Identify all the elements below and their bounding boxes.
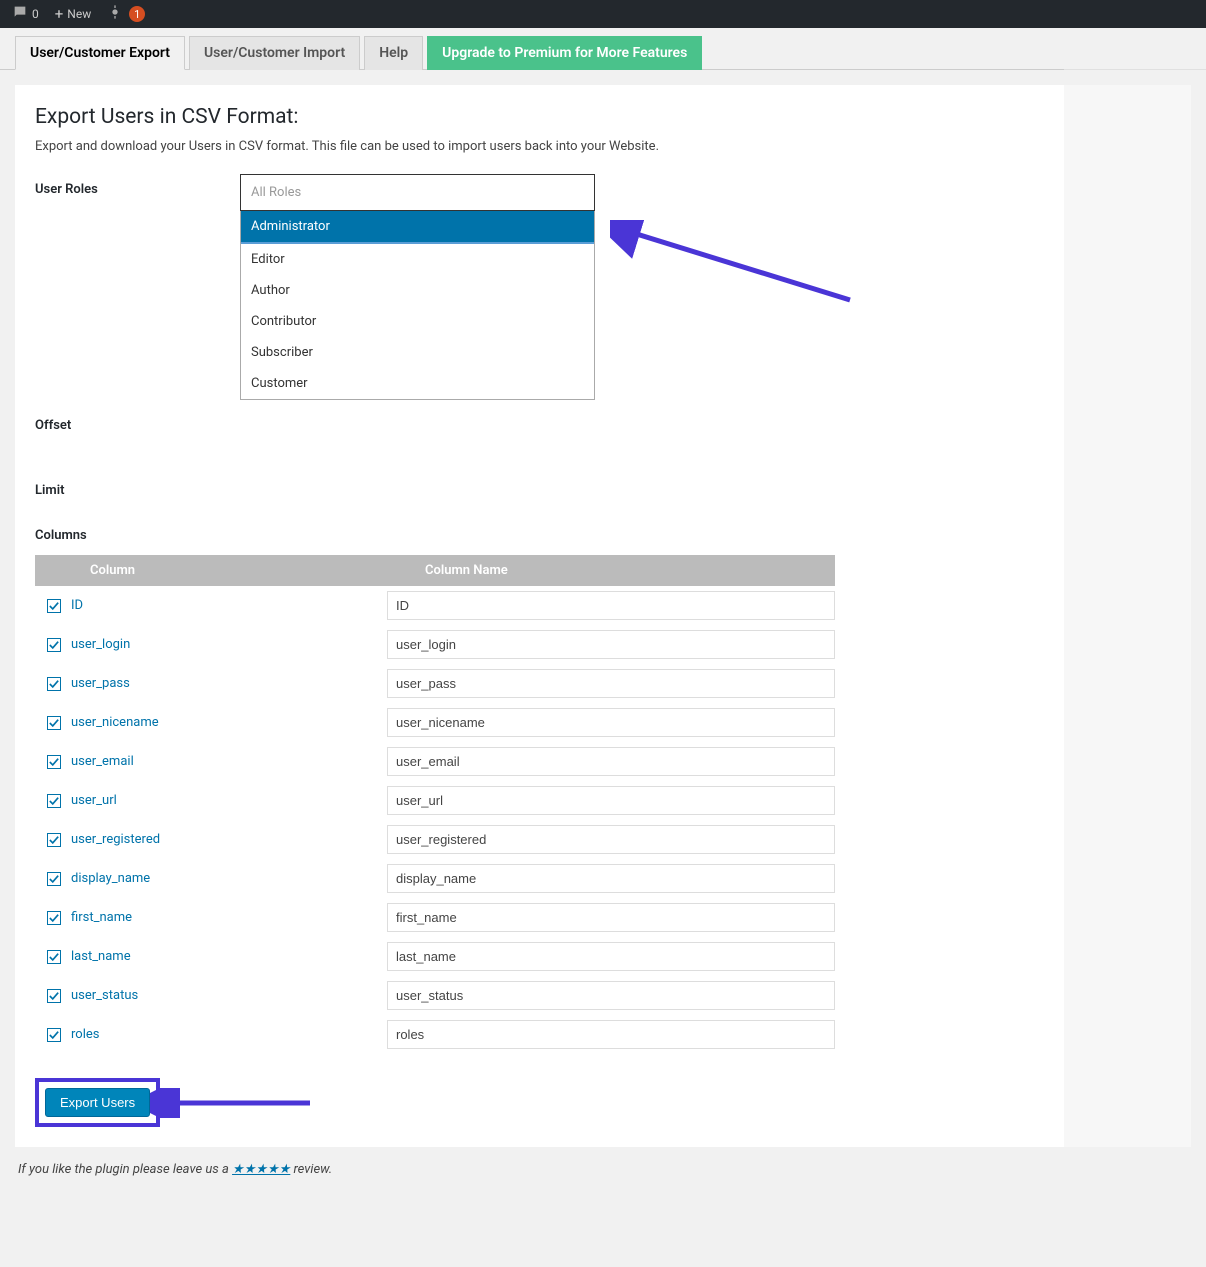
nav-tabs: User/Customer Export User/Customer Impor… <box>0 28 1206 70</box>
column-label[interactable]: user_login <box>71 637 130 652</box>
offset-label: Offset <box>35 418 240 433</box>
notif-badge: 1 <box>129 6 145 22</box>
seo-menu[interactable]: 1 <box>103 0 149 28</box>
column-checkbox[interactable] <box>47 911 61 925</box>
column-label[interactable]: roles <box>71 1027 99 1042</box>
column-label[interactable]: user_registered <box>71 832 160 847</box>
header-column: Column <box>35 563 385 578</box>
comment-count: 0 <box>32 7 39 21</box>
table-row: last_name <box>35 937 835 976</box>
table-row: first_name <box>35 898 835 937</box>
roles-select[interactable]: All Roles AdministratorEditorAuthorContr… <box>240 174 595 400</box>
column-name-input[interactable] <box>387 1020 835 1049</box>
column-label[interactable]: first_name <box>71 910 132 925</box>
column-label[interactable]: user_status <box>71 988 138 1003</box>
column-label[interactable]: user_email <box>71 754 134 769</box>
column-name-input[interactable] <box>387 864 835 893</box>
table-row: user_email <box>35 742 835 781</box>
column-checkbox[interactable] <box>47 950 61 964</box>
comments-menu[interactable]: 0 <box>8 0 43 28</box>
table-row: user_url <box>35 781 835 820</box>
role-option-author[interactable]: Author <box>241 275 594 306</box>
footer-note: If you like the plugin please leave us a… <box>18 1162 1188 1177</box>
export-users-button[interactable]: Export Users <box>45 1088 150 1117</box>
role-option-administrator[interactable]: Administrator <box>241 211 594 244</box>
row-offset: Offset <box>35 418 1171 433</box>
table-row: user_login <box>35 625 835 664</box>
column-name-input[interactable] <box>387 669 835 698</box>
page-title: Export Users in CSV Format: <box>35 105 1171 129</box>
wp-admin-bar: 0 + New 1 <box>0 0 1206 28</box>
column-checkbox[interactable] <box>47 794 61 808</box>
role-option-editor[interactable]: Editor <box>241 244 594 275</box>
column-checkbox[interactable] <box>47 716 61 730</box>
role-option-subscriber[interactable]: Subscriber <box>241 337 594 368</box>
tab-import[interactable]: User/Customer Import <box>189 36 360 70</box>
footer-post: review. <box>290 1162 332 1177</box>
table-row: user_pass <box>35 664 835 703</box>
column-label[interactable]: ID <box>71 598 83 613</box>
column-label[interactable]: display_name <box>71 871 150 886</box>
table-row: user_status <box>35 976 835 1015</box>
columns-table: Column Column Name ID user_login user_pass… <box>35 555 835 1054</box>
limit-label: Limit <box>35 483 240 498</box>
column-name-input[interactable] <box>387 825 835 854</box>
tab-export[interactable]: User/Customer Export <box>15 36 185 70</box>
export-panel: Export Users in CSV Format: Export and d… <box>15 85 1191 1147</box>
role-option-customer[interactable]: Customer <box>241 368 594 399</box>
table-row: roles <box>35 1015 835 1054</box>
table-row: user_nicename <box>35 703 835 742</box>
column-name-input[interactable] <box>387 747 835 776</box>
column-name-input[interactable] <box>387 903 835 932</box>
column-name-input[interactable] <box>387 981 835 1010</box>
column-name-input[interactable] <box>387 786 835 815</box>
column-checkbox[interactable] <box>47 638 61 652</box>
column-checkbox[interactable] <box>47 989 61 1003</box>
column-label[interactable]: user_url <box>71 793 117 808</box>
roles-input[interactable]: All Roles <box>240 174 595 211</box>
footer-pre: If you like the plugin please leave us a <box>18 1162 232 1177</box>
plus-icon: + <box>55 5 64 23</box>
column-checkbox[interactable] <box>47 872 61 886</box>
column-name-input[interactable] <box>387 708 835 737</box>
column-checkbox[interactable] <box>47 755 61 769</box>
table-row: user_registered <box>35 820 835 859</box>
row-limit: Limit <box>35 483 1171 498</box>
column-name-input[interactable] <box>387 591 835 620</box>
table-row: ID <box>35 586 835 625</box>
ghost-overlay <box>1064 28 1206 1267</box>
header-column-name: Column Name <box>385 563 508 578</box>
annotation-arrow-export <box>150 1088 320 1118</box>
new-content-menu[interactable]: + New <box>51 0 95 28</box>
tab-premium[interactable]: Upgrade to Premium for More Features <box>427 36 702 70</box>
tab-help[interactable]: Help <box>364 36 423 70</box>
column-checkbox[interactable] <box>47 833 61 847</box>
user-roles-label: User Roles <box>35 174 240 197</box>
export-button-highlight: Export Users <box>35 1078 160 1127</box>
column-label[interactable]: user_nicename <box>71 715 159 730</box>
columns-heading: Columns <box>35 528 1171 543</box>
column-checkbox[interactable] <box>47 1028 61 1042</box>
column-label[interactable]: last_name <box>71 949 131 964</box>
column-name-input[interactable] <box>387 630 835 659</box>
row-user-roles: User Roles All Roles AdministratorEditor… <box>35 174 1171 400</box>
role-option-contributor[interactable]: Contributor <box>241 306 594 337</box>
roles-dropdown: AdministratorEditorAuthorContributorSubs… <box>240 211 595 400</box>
column-checkbox[interactable] <box>47 599 61 613</box>
footer-stars-link[interactable]: ★★★★★ <box>232 1162 290 1177</box>
columns-header: Column Column Name <box>35 555 835 586</box>
page-desc: Export and download your Users in CSV fo… <box>35 139 1171 154</box>
column-name-input[interactable] <box>387 942 835 971</box>
table-row: display_name <box>35 859 835 898</box>
column-label[interactable]: user_pass <box>71 676 130 691</box>
new-label: New <box>67 7 91 21</box>
column-checkbox[interactable] <box>47 677 61 691</box>
comment-icon <box>12 4 28 24</box>
seo-icon <box>107 4 123 24</box>
